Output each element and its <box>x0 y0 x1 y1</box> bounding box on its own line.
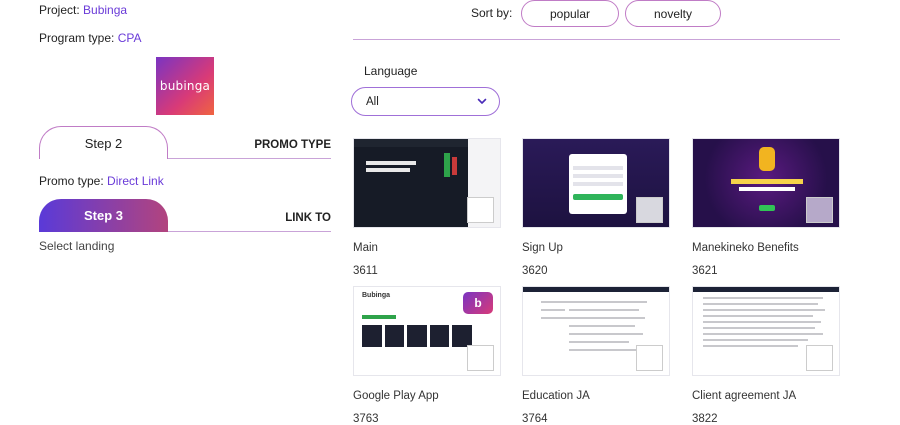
step-2-row: Step 2 PROMO TYPE <box>39 126 331 159</box>
landing-card[interactable]: Manekineko Benefits 3621 <box>692 138 840 277</box>
promo-type-label: Promo type: <box>39 174 104 188</box>
sort-divider <box>353 39 840 40</box>
project-value: Bubinga <box>83 3 128 17</box>
program-type-line: Program type: CPA <box>39 31 142 45</box>
sort-label: Sort by: <box>471 6 513 20</box>
program-type-value: CPA <box>117 31 142 45</box>
logo-text: bubinga <box>159 79 211 93</box>
landing-id: 3621 <box>692 265 718 277</box>
step-2-title: PROMO TYPE <box>254 139 331 151</box>
qr-code-placeholder <box>467 345 494 371</box>
language-select[interactable]: All <box>351 87 500 116</box>
landing-id: 3822 <box>692 413 718 425</box>
project-label: Project: <box>39 3 80 17</box>
landing-name: Client agreement JA <box>692 390 797 402</box>
project-logo: bubinga <box>156 57 214 115</box>
landing-card[interactable]: Sign Up 3620 <box>522 138 670 277</box>
qr-code-placeholder <box>636 345 663 371</box>
select-landing-hint: Select landing <box>39 239 115 253</box>
landing-name: Manekineko Benefits <box>692 242 799 254</box>
landing-thumbnail[interactable] <box>692 138 840 228</box>
project-line: Project: Bubinga <box>39 3 127 17</box>
landing-card[interactable]: Main 3611 <box>353 138 501 277</box>
landing-id: 3763 <box>353 413 379 425</box>
step-3-title: LINK TO <box>285 212 331 224</box>
qr-code-placeholder <box>467 197 494 223</box>
qr-code-placeholder <box>806 345 833 371</box>
sort-novelty-button[interactable]: novelty <box>625 0 721 27</box>
landing-name: Main <box>353 242 378 254</box>
landing-id: 3620 <box>522 265 548 277</box>
step-3-tab[interactable]: Step 3 <box>39 199 168 232</box>
landing-thumbnail[interactable] <box>692 286 840 376</box>
chevron-down-icon <box>477 98 487 104</box>
landing-thumbnail[interactable]: Bubinga b <box>353 286 501 376</box>
landing-name: Education JA <box>522 390 590 402</box>
landing-card[interactable]: Client agreement JA 3822 <box>692 286 840 425</box>
app-icon: b <box>463 292 493 314</box>
landing-id: 3764 <box>522 413 548 425</box>
promo-type-line: Promo type: Direct Link <box>39 174 164 188</box>
landing-card[interactable]: Bubinga b Google Play App 3763 <box>353 286 501 425</box>
step-2-tab[interactable]: Step 2 <box>39 126 168 159</box>
landing-thumbnail[interactable] <box>522 286 670 376</box>
program-type-label: Program type: <box>39 31 115 45</box>
landing-name: Google Play App <box>353 390 439 402</box>
language-label: Language <box>364 64 418 78</box>
language-select-value: All <box>366 95 379 108</box>
qr-code-placeholder <box>806 197 833 223</box>
qr-code-placeholder <box>636 197 663 223</box>
landing-thumbnail[interactable] <box>353 138 501 228</box>
promo-type-value[interactable]: Direct Link <box>107 174 164 188</box>
thumbnail-brand: Bubinga <box>362 292 390 299</box>
step-3-row: Step 3 LINK TO <box>39 199 331 232</box>
landing-thumbnail[interactable] <box>522 138 670 228</box>
landing-name: Sign Up <box>522 242 563 254</box>
landing-id: 3611 <box>353 265 378 277</box>
landing-card[interactable]: Education JA 3764 <box>522 286 670 425</box>
sort-popular-button[interactable]: popular <box>521 0 619 27</box>
